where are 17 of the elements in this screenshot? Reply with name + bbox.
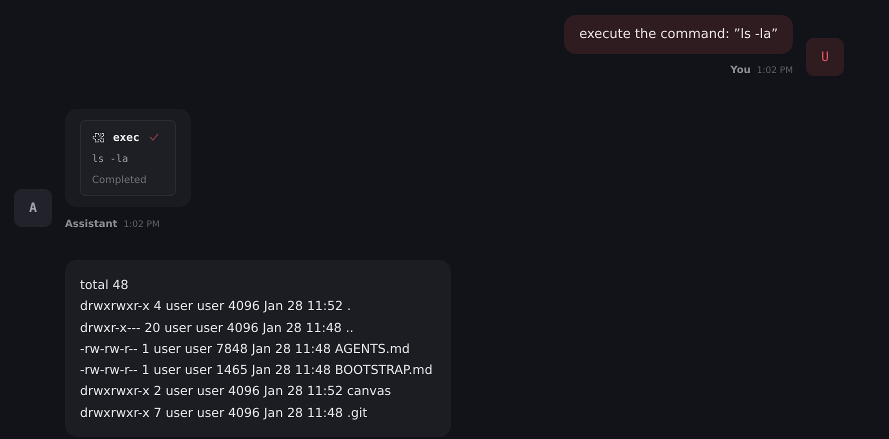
message-bubble: execute the command: ”ls -la” <box>564 15 793 54</box>
assistant-avatar: A <box>14 189 52 227</box>
output-line: total 48 <box>80 276 130 294</box>
message-time: 1:02 PM <box>123 220 160 230</box>
output-line: drwxrwxr-x 4 user user 4096 Jan 28 11:52 . <box>80 297 352 316</box>
message-time: 1:02 PM <box>756 66 793 76</box>
output-line: drwxr-x--- 20 user user 4096 Jan 28 11:48 .. <box>80 318 355 337</box>
tool-name: exec <box>113 130 140 144</box>
output-line: drwxrwxr-x 7 user user 4096 Jan 28 11:48 .git <box>80 404 368 422</box>
sender-name: You <box>730 65 751 76</box>
output-line: drwxrwxr-x 2 user user 4096 Jan 28 11:52 canvas <box>80 382 392 400</box>
output-line: -rw-rw-r-- 1 user user 7848 Jan 28 11:48 AGENTS.md <box>80 340 411 358</box>
sender-name: Assistant <box>65 219 118 230</box>
output-line: -rw-rw-r-- 1 user user 1465 Jan 28 11:48 BOOTSTRAP.md <box>80 361 434 380</box>
command-text: ls -la <box>92 154 130 165</box>
user-avatar: U <box>806 38 844 76</box>
status-text: Completed <box>92 175 148 186</box>
